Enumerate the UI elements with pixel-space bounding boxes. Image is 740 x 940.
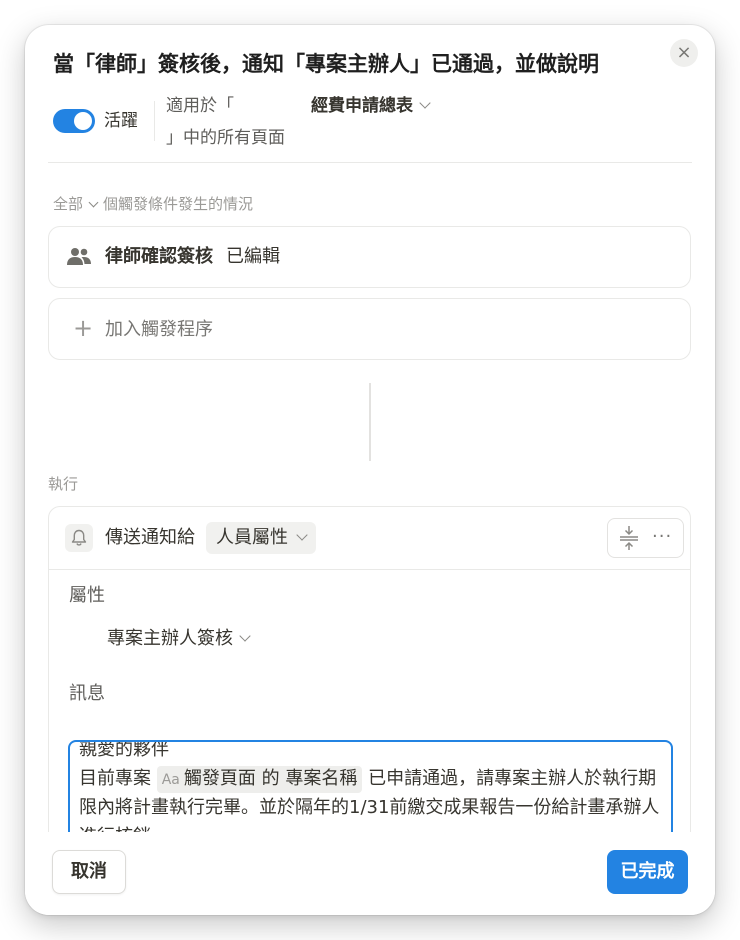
done-button[interactable]: 已完成 [607, 850, 688, 894]
more-icon[interactable]: ··· [652, 525, 676, 551]
text-property-icon: Aa [161, 772, 180, 788]
property-label: 屬性 [69, 585, 105, 606]
active-toggle[interactable] [53, 109, 95, 133]
chevron-down-icon [419, 97, 431, 109]
database-name: 經費申請總表 [311, 96, 413, 116]
close-button[interactable]: × [670, 39, 698, 67]
chevron-down-icon [296, 529, 308, 541]
trigger-property: 律師確認簽核 [105, 246, 213, 267]
add-trigger-button[interactable]: + 加入觸發程序 [48, 298, 691, 360]
automation-title[interactable]: 當「律師」簽核後，通知「專案主辦人」已通過，並做說明 [53, 47, 663, 81]
add-trigger-label: 加入觸發程序 [105, 319, 213, 340]
divider [48, 162, 692, 163]
condition-match-selector[interactable]: 全部 [53, 195, 83, 213]
recipient-type: 人員屬性 [216, 527, 288, 548]
automation-dialog: × 當「律師」簽核後，通知「專案主辦人」已通過，並做說明 活躍 適用於「 經費申… [25, 25, 715, 915]
trigger-card[interactable]: 律師確認簽核 已編輯 [48, 226, 691, 288]
condition-description: 個觸發條件發生的情況 [103, 195, 254, 213]
collapse-icon[interactable] [618, 525, 640, 551]
divider [154, 101, 155, 141]
message-prefix: 目前專案 [79, 768, 151, 789]
trigger-event: 已編輯 [226, 246, 280, 267]
people-icon [67, 248, 91, 265]
mention-text: 觸發頁面 的 專案名稱 [183, 768, 358, 789]
active-label: 活躍 [104, 111, 138, 131]
close-icon: × [676, 42, 692, 63]
applies-suffix: 」中的所有頁面 [166, 128, 285, 148]
dialog-footer: 取消 已完成 [25, 832, 715, 915]
cancel-button[interactable]: 取消 [52, 850, 126, 894]
message-greeting: 親愛的夥伴 [79, 740, 169, 760]
applies-prefix: 適用於「 [166, 96, 234, 116]
execute-section-label: 執行 [48, 475, 79, 493]
flow-connector [369, 383, 371, 461]
message-label: 訊息 [69, 683, 105, 704]
property-selector[interactable]: 專案主辦人簽核 [107, 625, 251, 653]
property-value: 專案主辦人簽核 [107, 628, 233, 649]
bell-icon [65, 524, 93, 552]
action-toolbar: ··· [607, 518, 684, 558]
plus-icon: + [73, 314, 94, 342]
action-header: 傳送通知給 人員屬性 ··· [49, 507, 690, 570]
recipient-type-dropdown[interactable]: 人員屬性 [206, 522, 316, 554]
chevron-down-icon[interactable] [88, 197, 99, 208]
database-selector[interactable]: 經費申請總表 [311, 93, 431, 119]
action-label: 傳送通知給 [105, 527, 195, 548]
page-mention[interactable]: Aa 觸發頁面 的 專案名稱 [156, 766, 363, 793]
condition-line: 全部 個觸發條件發生的情況 [53, 193, 253, 215]
chevron-down-icon [239, 630, 251, 642]
